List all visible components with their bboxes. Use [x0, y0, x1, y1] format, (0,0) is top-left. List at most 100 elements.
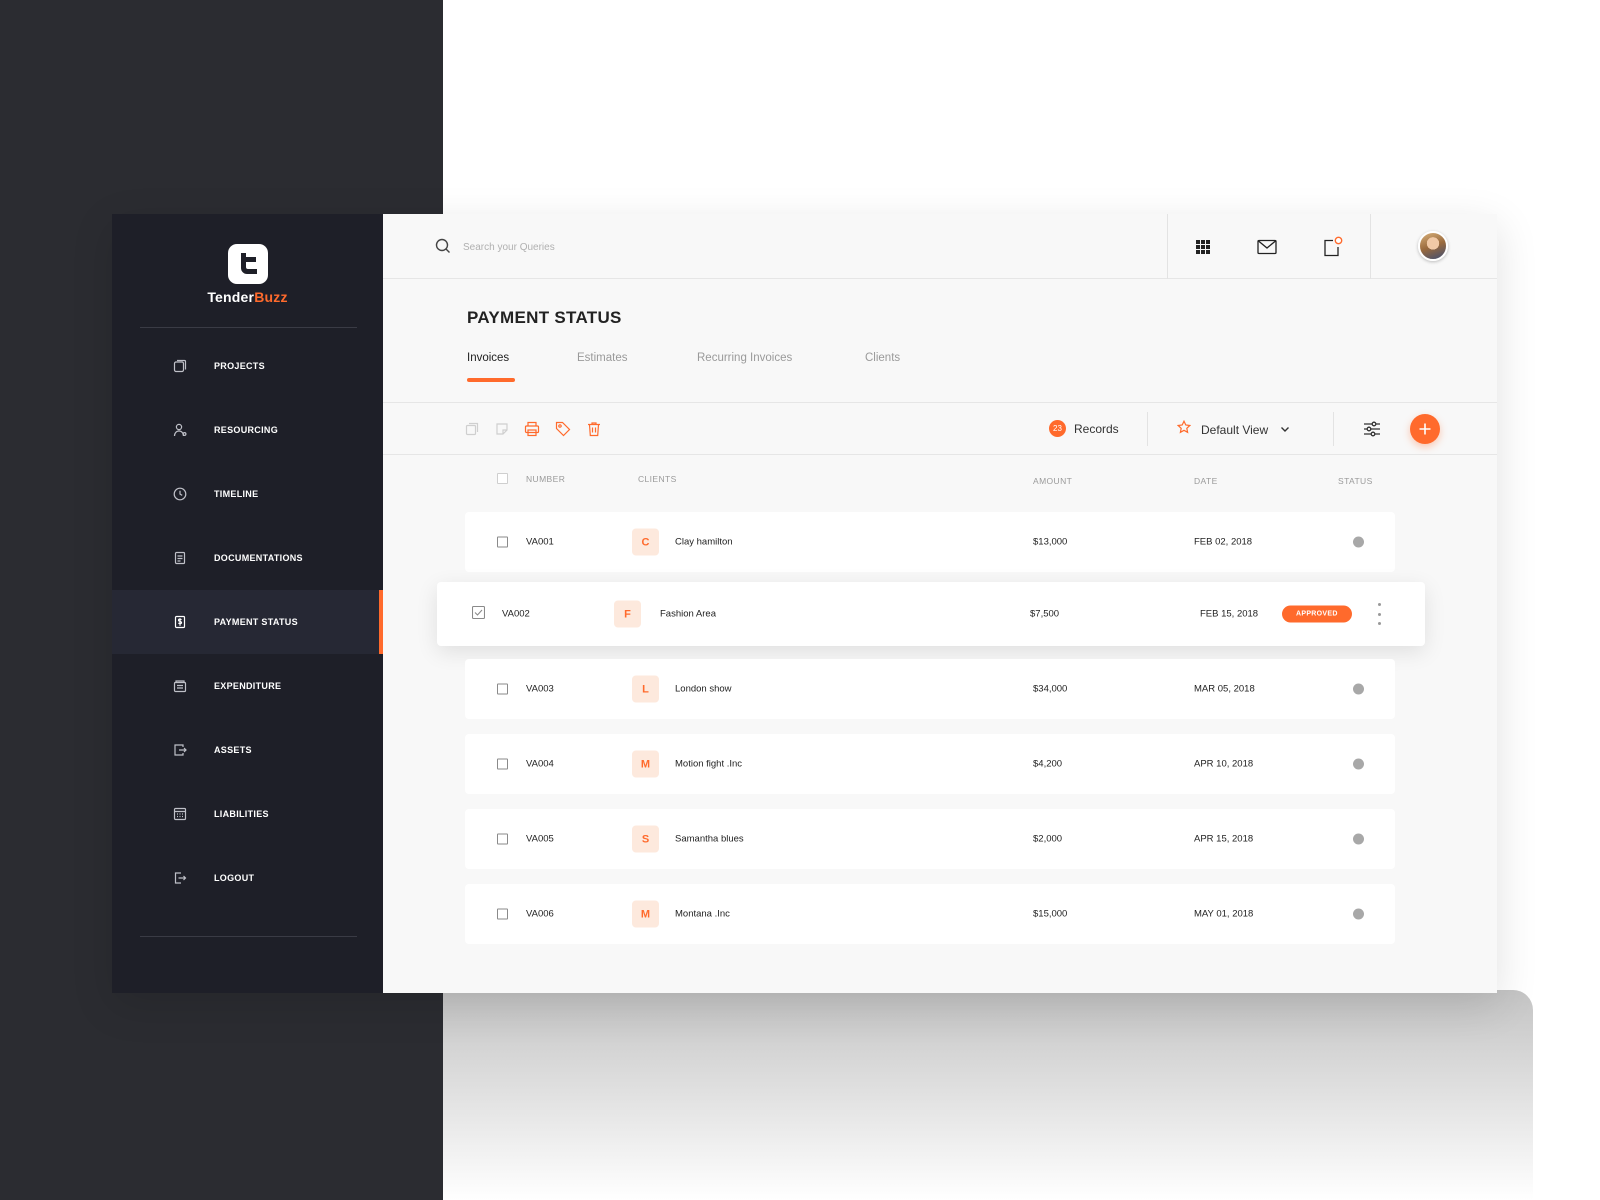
clock-icon	[172, 486, 188, 502]
add-button[interactable]	[1410, 414, 1440, 444]
records-count-badge: 23	[1049, 420, 1066, 437]
table-row-selected[interactable]: VA002 F Fashion Area $7,500 FEB 15, 2018…	[437, 582, 1425, 646]
table-row[interactable]: VA005 S Samantha blues $2,000 APR 15, 20…	[465, 809, 1395, 869]
sidebar-item-timeline[interactable]: TIMELINE	[112, 462, 383, 526]
sidebar-item-label: TIMELINE	[214, 489, 259, 499]
invoice-number: VA005	[526, 833, 554, 845]
sidebar-item-liabilities[interactable]: LIABILITIES	[112, 782, 383, 846]
plus-icon	[1419, 423, 1431, 435]
date: APR 10, 2018	[1194, 758, 1254, 770]
sidebar-item-label: LOGOUT	[214, 873, 255, 883]
tab-clients[interactable]: Clients	[865, 352, 900, 364]
status-badge: APPROVED	[1282, 605, 1352, 623]
calculator-icon	[172, 806, 188, 822]
note-icon[interactable]	[494, 421, 510, 437]
backdrop-shadow	[443, 990, 1533, 1200]
records-label: Records	[1074, 421, 1119, 436]
row-checkbox[interactable]	[497, 683, 508, 695]
sidebar-item-label: LIABILITIES	[214, 809, 269, 819]
sidebar-divider-bottom	[140, 936, 357, 937]
document-icon	[172, 550, 188, 566]
logo-text: TenderBuzz	[112, 289, 383, 305]
sidebar-item-expenditure[interactable]: EXPENDITURE	[112, 654, 383, 718]
date: APR 15, 2018	[1194, 833, 1254, 845]
client-name: Montana .Inc	[675, 908, 730, 920]
sidebar-item-assets[interactable]: ASSETS	[112, 718, 383, 782]
invoice-number: VA002	[502, 608, 530, 620]
client-name: Fashion Area	[660, 608, 716, 620]
sidebar-item-label: EXPENDITURE	[214, 681, 282, 691]
client-name: Clay hamilton	[675, 536, 733, 548]
column-header-number: NUMBER	[526, 474, 566, 484]
sidebar-item-label: DOCUMENTATIONS	[214, 553, 303, 563]
more-options-icon[interactable]	[1374, 603, 1384, 625]
table-row[interactable]: VA001 C Clay hamilton $13,000 FEB 02, 20…	[465, 512, 1395, 572]
sidebar-item-logout[interactable]: LOGOUT	[112, 846, 383, 910]
mail-icon[interactable]	[1256, 236, 1278, 258]
search-icon[interactable]	[435, 238, 451, 259]
toolbar: 23 Records Default View	[383, 402, 1497, 455]
status-dot	[1353, 908, 1364, 920]
logo[interactable]: TenderBuzz	[112, 244, 383, 305]
apps-grid-icon[interactable]	[1192, 236, 1214, 258]
amount: $34,000	[1033, 683, 1068, 695]
date: FEB 15, 2018	[1200, 608, 1259, 620]
amount: $15,000	[1033, 908, 1068, 920]
row-checkbox[interactable]	[497, 758, 508, 770]
sidebar-divider-top	[140, 327, 357, 328]
table-header: NUMBER CLIENTS AMOUNT DATE STATUS	[383, 470, 1497, 490]
invoice-number: VA001	[526, 536, 554, 548]
tab-active-indicator	[467, 378, 515, 382]
trash-icon[interactable]	[586, 421, 602, 437]
star-icon	[1176, 419, 1192, 439]
column-header-clients: CLIENTS	[638, 474, 677, 484]
wallet-icon	[172, 678, 188, 694]
tag-icon[interactable]	[555, 421, 571, 437]
table-row[interactable]: VA004 M Motion fight .Inc $4,200 APR 10,…	[465, 734, 1395, 794]
sidebar-item-label: RESOURCING	[214, 425, 279, 435]
toolbar-divider	[1333, 412, 1334, 446]
copy-icon[interactable]	[464, 421, 480, 437]
tab-invoices[interactable]: Invoices	[467, 352, 509, 364]
logo-icon	[227, 244, 268, 284]
records-counter[interactable]: 23 Records	[1049, 420, 1119, 437]
status-dot	[1353, 758, 1364, 770]
filter-settings-icon[interactable]	[1362, 419, 1382, 444]
row-checkbox[interactable]	[497, 908, 508, 920]
sidebar-item-documentations[interactable]: DOCUMENTATIONS	[112, 526, 383, 590]
status-dot	[1353, 536, 1364, 548]
date: MAY 01, 2018	[1194, 908, 1254, 920]
sidebar-item-projects[interactable]: PROJECTS	[112, 334, 383, 398]
avatar[interactable]	[1418, 231, 1448, 261]
dollar-icon	[172, 614, 188, 630]
tab-estimates[interactable]: Estimates	[577, 352, 628, 364]
date: FEB 02, 2018	[1194, 536, 1253, 548]
row-checkbox-checked[interactable]	[471, 605, 486, 622]
print-icon[interactable]	[524, 421, 540, 437]
invoice-number: VA003	[526, 683, 554, 695]
amount: $4,200	[1033, 758, 1063, 770]
table-row[interactable]: VA006 M Montana .Inc $15,000 MAY 01, 201…	[465, 884, 1395, 944]
sidebar-item-label: PAYMENT STATUS	[214, 617, 298, 627]
notification-icon[interactable]	[1321, 236, 1343, 258]
sidebar-item-payment-status[interactable]: PAYMENT STATUS	[112, 590, 383, 654]
status-dot	[1353, 683, 1364, 695]
client-name: Samantha blues	[675, 833, 744, 845]
check-icon	[471, 605, 486, 620]
column-header-date: DATE	[1194, 476, 1218, 486]
client-name: Motion fight .Inc	[675, 758, 743, 770]
row-checkbox[interactable]	[497, 833, 508, 845]
client-initial: L	[632, 675, 659, 703]
sidebar-item-label: PROJECTS	[214, 361, 265, 371]
select-all-checkbox[interactable]	[497, 473, 508, 484]
tab-recurring-invoices[interactable]: Recurring Invoices	[697, 352, 792, 364]
default-view-dropdown[interactable]: Default View	[1176, 419, 1290, 439]
amount: $2,000	[1033, 833, 1063, 845]
table-row[interactable]: VA003 L London show $34,000 MAR 05, 2018	[465, 659, 1395, 719]
topbar-divider	[1370, 214, 1371, 279]
column-header-amount: AMOUNT	[1033, 476, 1073, 486]
amount: $13,000	[1033, 536, 1068, 548]
search-input[interactable]	[463, 234, 863, 260]
sidebar-item-resourcing[interactable]: RESOURCING	[112, 398, 383, 462]
row-checkbox[interactable]	[497, 536, 508, 548]
